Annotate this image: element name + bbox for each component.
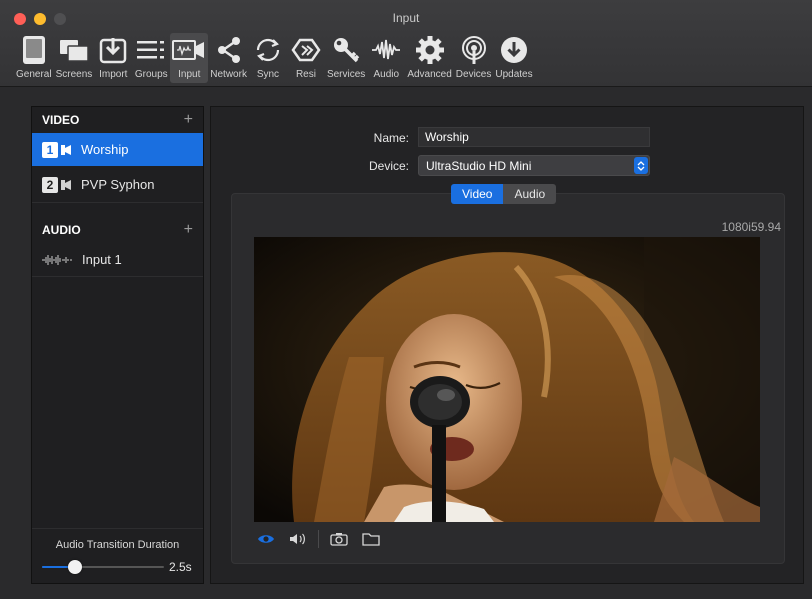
up-down-chevron-icon (634, 157, 648, 174)
tab-sync[interactable]: Sync (249, 33, 287, 83)
preview-controls (254, 525, 391, 553)
section-divider (32, 202, 203, 203)
tab-updates-label: Updates (495, 69, 533, 80)
name-input[interactable] (418, 127, 650, 147)
tab-groups-label: Groups (134, 69, 168, 80)
tab-resi[interactable]: Resi (287, 33, 325, 83)
tab-general[interactable]: General (14, 33, 54, 83)
groups-icon (134, 33, 168, 67)
video-source-number: 2 (42, 176, 58, 193)
tab-audio[interactable]: Audio (503, 184, 557, 204)
updates-icon (497, 33, 531, 67)
video-source-label: PVP Syphon (81, 177, 155, 192)
tab-general-label: General (16, 69, 52, 80)
sources-sidebar: VIDEO + 1 Worship 2 PVP Syphon AUDIO + I… (31, 106, 204, 584)
audio-section-header: AUDIO + (32, 217, 203, 243)
video-source-row[interactable]: 2 PVP Syphon (32, 168, 203, 201)
audio-section-title: AUDIO (42, 223, 81, 237)
video-source-label: Worship (81, 142, 129, 157)
tab-sync-label: Sync (256, 69, 280, 80)
services-icon (329, 33, 363, 67)
video-preview (254, 237, 760, 522)
camera-icon (61, 144, 71, 156)
input-icon (172, 33, 206, 67)
tab-input[interactable]: Input (170, 33, 209, 83)
folder-icon[interactable] (359, 527, 383, 551)
device-label: Device: (368, 159, 409, 173)
tab-audio[interactable]: Audio (367, 33, 405, 83)
name-label: Name: (373, 131, 409, 145)
tab-import-label: Import (99, 69, 128, 80)
control-separator (318, 530, 319, 548)
video-source-number: 1 (42, 141, 58, 158)
add-audio-source-button[interactable]: + (184, 221, 193, 239)
preview-tabs: Video Audio (451, 184, 557, 204)
tab-import[interactable]: Import (94, 33, 132, 83)
device-select[interactable]: UltraStudio HD Mini (418, 155, 650, 176)
tab-groups[interactable]: Groups (132, 33, 170, 83)
tab-devices[interactable]: Devices (454, 33, 494, 83)
device-select-value: UltraStudio HD Mini (426, 158, 532, 173)
tab-devices-label: Devices (455, 69, 492, 80)
window-title: Input (392, 11, 420, 25)
tab-resi-label: Resi (295, 69, 316, 80)
video-source-row[interactable]: 1 Worship (32, 133, 203, 166)
resolution-readout: 1080i59.94 (721, 220, 781, 234)
add-video-source-button[interactable]: + (184, 111, 193, 129)
input-preferences-window: Input General Screens Import Groups Inpu… (0, 0, 812, 599)
tab-video[interactable]: Video (451, 184, 504, 204)
video-section-title: VIDEO (42, 113, 80, 127)
tab-network-label: Network (210, 69, 247, 80)
audio-source-row[interactable]: Input 1 (32, 243, 203, 276)
sync-icon (251, 33, 285, 67)
camera-icon (61, 179, 71, 191)
audio-icon (369, 33, 403, 67)
tab-advanced[interactable]: Advanced (405, 33, 453, 83)
preferences-toolbar: General Screens Import Groups Input Netw… (14, 31, 535, 83)
eye-icon[interactable] (254, 527, 278, 551)
devices-icon (457, 33, 491, 67)
general-icon (17, 33, 51, 67)
import-icon (96, 33, 130, 67)
input-settings-panel: Name: Device: UltraStudio HD Mini Video … (210, 106, 804, 584)
audio-transition-duration-slider[interactable] (42, 560, 164, 574)
tab-services-label: Services (326, 69, 366, 80)
screens-icon (57, 33, 91, 67)
audio-transition-duration-label: Audio Transition Duration (55, 539, 180, 551)
tab-network[interactable]: Network (208, 33, 249, 83)
waveform-icon (42, 254, 72, 266)
tab-audio-label: Audio (373, 69, 400, 80)
slider-knob[interactable] (67, 560, 82, 574)
tab-updates[interactable]: Updates (493, 33, 534, 83)
tab-input-label: Input (178, 69, 201, 80)
network-icon (212, 33, 246, 67)
speaker-icon[interactable] (286, 527, 310, 551)
advanced-icon (413, 33, 447, 67)
audio-transition-duration-value: 2.5s (169, 560, 192, 574)
tab-screens-label: Screens (55, 69, 93, 80)
tab-services[interactable]: Services (325, 33, 367, 83)
tab-screens[interactable]: Screens (54, 33, 95, 83)
section-divider (32, 276, 203, 277)
audio-source-label: Input 1 (82, 252, 122, 267)
tab-advanced-label: Advanced (407, 69, 452, 80)
resi-icon (289, 33, 323, 67)
section-divider (32, 528, 203, 529)
camera-snapshot-icon[interactable] (327, 527, 351, 551)
title-bar: Input General Screens Import Groups Inpu… (0, 0, 812, 87)
video-section-header: VIDEO + (32, 107, 203, 133)
